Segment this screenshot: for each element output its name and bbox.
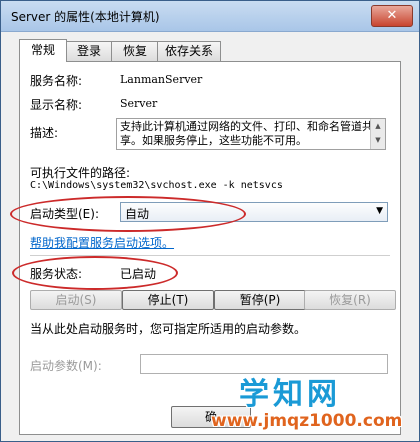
tab-recovery[interactable]: 恢复 [111, 41, 159, 61]
chevron-down-icon: ▼ [376, 206, 383, 216]
status-value: 已启动 [120, 267, 157, 281]
resume-button[interactable]: 恢复(R) [304, 290, 396, 310]
properties-window: Server 的属性(本地计算机) ✕ 常规 登录 恢复 依存关系 服务名称: … [0, 0, 420, 442]
watermark-title: 学知网 [239, 377, 341, 412]
hint-text: 当从此处启动服务时，您可指定所适用的启动参数。 [30, 322, 307, 336]
tab-general[interactable]: 常规 [19, 39, 67, 62]
startup-type-select[interactable]: 自动 ▼ [120, 202, 388, 222]
startup-type-value: 自动 [125, 207, 150, 221]
window-title: Server 的属性(本地计算机) [11, 10, 160, 24]
description-scrollbar[interactable]: ▲ ▼ [370, 119, 385, 149]
exe-path-value: C:\Windows\system32\svchost.exe -k netsv… [30, 180, 283, 191]
pause-button[interactable]: 暂停(P) [214, 290, 306, 310]
status-label: 服务状态: [30, 267, 83, 281]
help-link[interactable]: 帮助我配置服务启动选项。 [30, 234, 174, 251]
title-bar[interactable]: Server 的属性(本地计算机) ✕ [1, 1, 419, 32]
display-name-value: Server [120, 97, 158, 110]
startup-type-label: 启动类型(E): [30, 207, 99, 221]
tab-dependencies[interactable]: 依存关系 [157, 41, 221, 61]
divider [30, 255, 390, 256]
watermark-url: www.jmqz1000.com [211, 411, 403, 431]
scroll-down-icon[interactable]: ▼ [371, 133, 385, 147]
description-text: 支持此计算机通过网络的文件、打印、和命名管道共享。如果服务停止，这些功能不可用。 [120, 120, 373, 147]
stop-button[interactable]: 停止(T) [122, 290, 214, 310]
scroll-up-icon[interactable]: ▲ [371, 119, 385, 133]
tab-logon[interactable]: 登录 [65, 41, 113, 61]
exe-path-label: 可执行文件的路径: [30, 166, 131, 180]
watermark: 学知网 www.jmqz1000.com [211, 369, 416, 441]
start-button[interactable]: 启动(S) [30, 290, 122, 310]
display-name-label: 显示名称: [30, 98, 83, 112]
description-box[interactable]: 支持此计算机通过网络的文件、打印、和命名管道共享。如果服务停止，这些功能不可用。… [116, 118, 386, 150]
service-name-label: 服务名称: [30, 74, 83, 88]
close-button[interactable]: ✕ [371, 5, 413, 27]
close-icon: ✕ [386, 8, 398, 23]
start-params-label: 启动参数(M): [30, 359, 102, 373]
description-label: 描述: [30, 126, 59, 140]
service-name-value: LanmanServer [120, 73, 203, 86]
